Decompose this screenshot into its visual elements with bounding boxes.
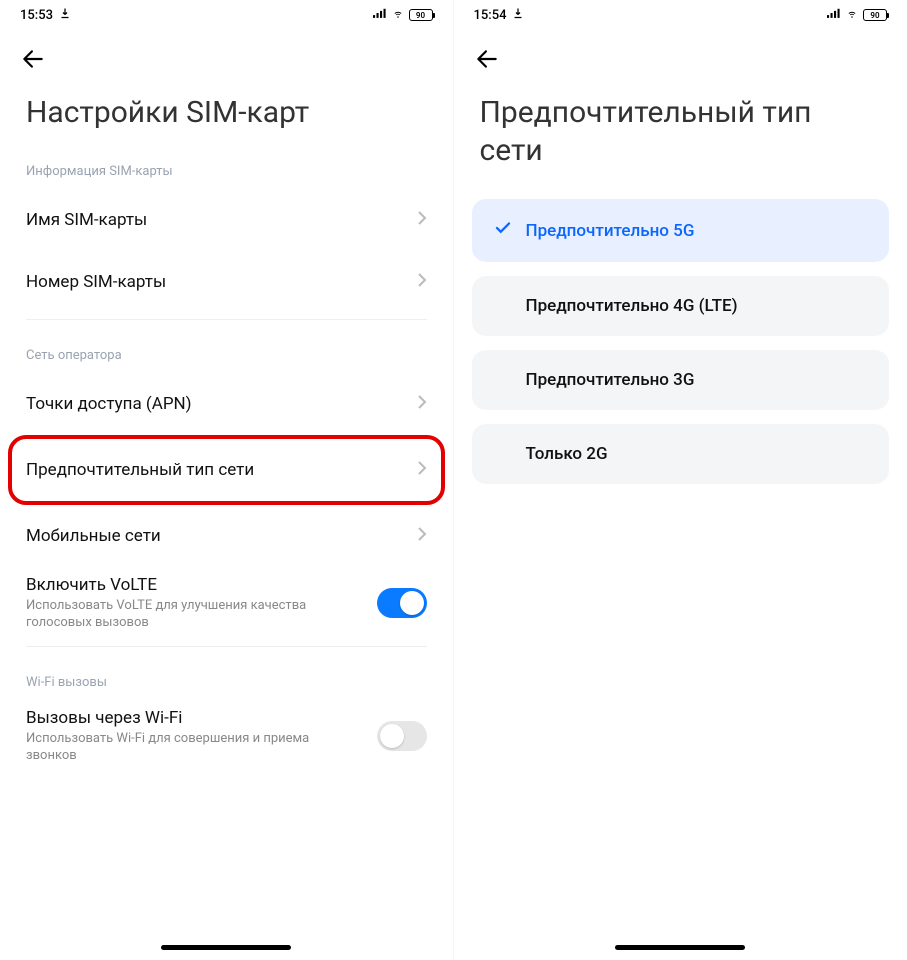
chevron-right-icon xyxy=(417,460,427,480)
sim-name-label: Имя SIM-карты xyxy=(26,210,409,230)
status-bar: 15:53 90 xyxy=(0,0,453,30)
status-time: 15:53 xyxy=(20,8,53,23)
wifi-icon xyxy=(391,7,405,23)
battery-icon: 90 xyxy=(863,9,887,21)
home-indicator[interactable] xyxy=(161,945,291,950)
wifi-calls-sub: Использовать Wi-Fi для совершения и прие… xyxy=(26,730,326,765)
battery-icon: 90 xyxy=(409,9,433,21)
battery-level: 90 xyxy=(416,11,425,20)
section-sim-info: Информация SIM-карты xyxy=(26,142,427,189)
phone-left: 15:53 90 Настройки SIM-карт Информация S… xyxy=(0,0,454,960)
option-3g[interactable]: Предпочтительно 3G xyxy=(472,350,890,410)
chevron-right-icon xyxy=(417,394,427,414)
highlight-annotation: Предпочтительный тип сети xyxy=(8,435,445,505)
apn-label: Точки доступа (APN) xyxy=(26,394,417,414)
option-5g[interactable]: Предпочтительно 5G xyxy=(472,199,890,262)
chevron-right-icon xyxy=(417,272,427,292)
divider xyxy=(26,646,427,647)
mobile-nets-label: Мобильные сети xyxy=(26,526,417,546)
chevron-right-icon xyxy=(417,526,427,546)
battery-level: 90 xyxy=(870,11,879,20)
status-time: 15:54 xyxy=(474,8,507,23)
phone-right: 15:54 90 Предпочтительный тип сети Предп… xyxy=(454,0,907,960)
divider xyxy=(26,319,427,320)
option-label: Предпочтительно 3G xyxy=(526,370,695,390)
option-label: Только 2G xyxy=(526,444,608,464)
row-apn[interactable]: Точки доступа (APN) xyxy=(26,373,427,435)
download-icon xyxy=(512,7,524,23)
row-sim-number[interactable]: Номер SIM-карты xyxy=(26,251,427,313)
chevron-right-icon xyxy=(417,210,427,230)
network-type-options: Предпочтительно 5G Предпочтительно 4G (L… xyxy=(454,179,907,504)
section-wifi-calls: Wi-Fi вызовы xyxy=(26,653,427,700)
option-label: Предпочтительно 5G xyxy=(526,221,695,241)
preferred-net-label: Предпочтительный тип сети xyxy=(26,460,417,480)
row-sim-name[interactable]: Имя SIM-карты xyxy=(26,189,427,251)
page-title: Настройки SIM-карт xyxy=(0,76,453,142)
sim-number-label: Номер SIM-карты xyxy=(26,272,409,292)
home-indicator[interactable] xyxy=(615,945,745,950)
cellular-signal-icon xyxy=(373,7,387,23)
option-2g[interactable]: Только 2G xyxy=(472,424,890,484)
row-mobile-networks[interactable]: Мобильные сети xyxy=(26,505,427,567)
row-preferred-network-type[interactable]: Предпочтительный тип сети xyxy=(26,439,427,501)
row-wifi-calling: Вызовы через Wi-Fi Использовать Wi-Fi дл… xyxy=(26,700,427,773)
volte-label: Включить VoLTE xyxy=(26,575,377,595)
back-button[interactable] xyxy=(20,57,46,76)
volte-toggle[interactable] xyxy=(377,588,427,618)
wifi-icon xyxy=(845,7,859,23)
check-icon xyxy=(494,219,512,242)
wifi-calling-toggle[interactable] xyxy=(377,721,427,751)
page-title: Предпочтительный тип сети xyxy=(454,76,907,179)
volte-sub: Использовать VoLTE для улучшения качеств… xyxy=(26,597,326,632)
back-button[interactable] xyxy=(474,57,500,76)
row-volte: Включить VoLTE Использовать VoLTE для ул… xyxy=(26,567,427,640)
option-4g[interactable]: Предпочтительно 4G (LTE) xyxy=(472,276,890,336)
download-icon xyxy=(59,7,71,23)
wifi-calls-label: Вызовы через Wi-Fi xyxy=(26,708,377,728)
section-operator-network: Сеть оператора xyxy=(26,326,427,373)
status-bar: 15:54 90 xyxy=(454,0,907,30)
cellular-signal-icon xyxy=(827,7,841,23)
option-label: Предпочтительно 4G (LTE) xyxy=(526,296,738,316)
